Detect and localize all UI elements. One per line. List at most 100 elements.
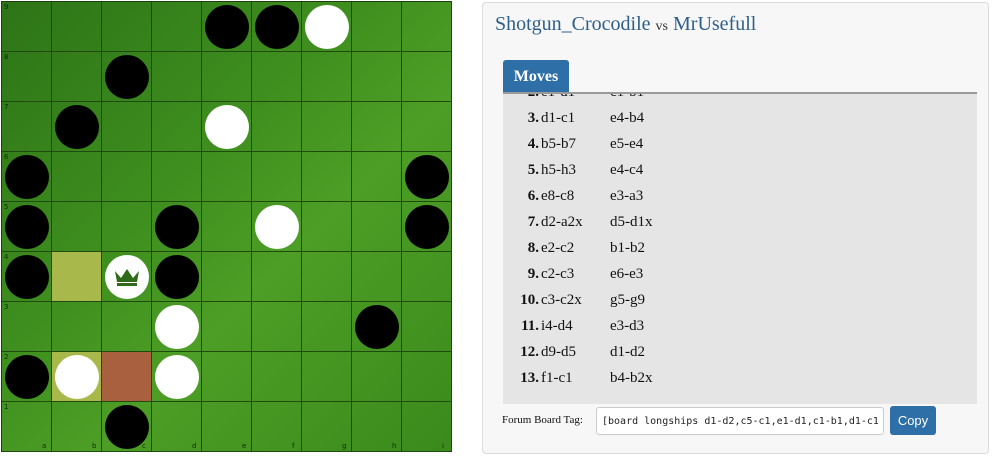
board-square[interactable]	[402, 402, 452, 452]
board-square[interactable]	[352, 352, 402, 402]
board-square[interactable]	[152, 102, 202, 152]
black-piece[interactable]	[105, 55, 149, 99]
white-move[interactable]: f1-c1	[541, 370, 573, 387]
board-square[interactable]	[252, 252, 302, 302]
board-square[interactable]	[102, 2, 152, 52]
black-move[interactable]: e4-b4	[610, 110, 644, 127]
black-piece[interactable]	[55, 105, 99, 149]
black-piece[interactable]	[405, 205, 449, 249]
board-square[interactable]	[352, 152, 402, 202]
board-square[interactable]	[102, 102, 152, 152]
tab-moves[interactable]: Moves	[503, 60, 569, 93]
board-square[interactable]	[252, 152, 302, 202]
board-square[interactable]	[202, 52, 252, 102]
player1-name[interactable]: Shotgun_Crocodile	[495, 13, 651, 35]
board-square[interactable]	[252, 302, 302, 352]
white-move[interactable]: c3-c2x	[541, 292, 582, 309]
white-move[interactable]: c2-c3	[541, 266, 574, 283]
board-square[interactable]	[2, 2, 52, 52]
forum-tag-input[interactable]	[596, 407, 884, 435]
black-move[interactable]: e6-e3	[610, 266, 643, 283]
board-square[interactable]	[52, 252, 102, 302]
board-square[interactable]	[352, 202, 402, 252]
board-square[interactable]	[2, 102, 52, 152]
board-square[interactable]	[402, 302, 452, 352]
board-square[interactable]	[402, 252, 452, 302]
board-square[interactable]	[302, 352, 352, 402]
white-move[interactable]: d2-a2x	[541, 214, 583, 231]
black-move[interactable]: d5-d1x	[610, 214, 653, 231]
black-piece[interactable]	[5, 155, 49, 199]
board-square[interactable]	[52, 202, 102, 252]
black-piece[interactable]	[5, 255, 49, 299]
board-square[interactable]	[52, 2, 102, 52]
board-square[interactable]	[152, 2, 202, 52]
board-square[interactable]	[2, 52, 52, 102]
board-square[interactable]	[52, 302, 102, 352]
board-square[interactable]	[302, 302, 352, 352]
board-square[interactable]	[202, 152, 252, 202]
white-piece[interactable]	[205, 105, 249, 149]
board-square[interactable]	[102, 302, 152, 352]
black-move[interactable]: g5-g9	[610, 292, 645, 309]
king-piece[interactable]	[105, 255, 149, 299]
black-move[interactable]: b4-b2x	[610, 370, 653, 387]
black-piece[interactable]	[5, 205, 49, 249]
board-square[interactable]	[252, 402, 302, 452]
board-square[interactable]	[302, 102, 352, 152]
black-piece[interactable]	[155, 255, 199, 299]
board-square[interactable]	[152, 152, 202, 202]
board-square[interactable]	[352, 102, 402, 152]
black-move[interactable]: e4-c4	[610, 162, 643, 179]
board-square[interactable]	[152, 52, 202, 102]
board-square[interactable]	[202, 352, 252, 402]
black-piece[interactable]	[355, 305, 399, 349]
white-piece[interactable]	[305, 5, 349, 49]
board-square[interactable]	[2, 302, 52, 352]
board-square[interactable]	[302, 152, 352, 202]
board-square[interactable]	[302, 252, 352, 302]
white-move[interactable]: d9-d5	[541, 344, 576, 361]
board-square[interactable]	[402, 102, 452, 152]
copy-button[interactable]: Copy	[890, 406, 936, 435]
white-move[interactable]: e8-c8	[541, 188, 574, 205]
board-square[interactable]	[202, 252, 252, 302]
black-move[interactable]: e3-a3	[610, 188, 643, 205]
white-move[interactable]: e1-d1	[541, 94, 575, 101]
white-move[interactable]: e2-c2	[541, 240, 574, 257]
white-move[interactable]: b5-b7	[541, 136, 576, 153]
white-piece[interactable]	[55, 355, 99, 399]
black-move[interactable]: d1-d2	[610, 344, 645, 361]
board-square[interactable]	[52, 52, 102, 102]
board-square[interactable]	[102, 202, 152, 252]
board-square[interactable]	[102, 352, 152, 402]
move-list[interactable]: 2.e1-d1 c1-b1 3.d1-c1 e4-b4 4.b5-b7 e5-e4 5.h5…	[503, 94, 977, 404]
white-piece[interactable]	[155, 355, 199, 399]
black-piece[interactable]	[405, 155, 449, 199]
white-move[interactable]: i4-d4	[541, 318, 573, 335]
board-square[interactable]	[402, 52, 452, 102]
black-move[interactable]: c1-b1	[610, 94, 644, 101]
white-move[interactable]: h5-h3	[541, 162, 576, 179]
black-piece[interactable]	[105, 405, 149, 449]
white-move[interactable]: d1-c1	[541, 110, 575, 127]
board-square[interactable]	[352, 52, 402, 102]
board-square[interactable]	[202, 302, 252, 352]
black-piece[interactable]	[255, 5, 299, 49]
board-square[interactable]	[352, 252, 402, 302]
board-square[interactable]	[302, 52, 352, 102]
board-square[interactable]	[102, 152, 152, 202]
black-move[interactable]: b1-b2	[610, 240, 645, 257]
player2-name[interactable]: MrUsefull	[673, 13, 756, 35]
black-move[interactable]: e3-d3	[610, 318, 644, 335]
board-square[interactable]	[52, 152, 102, 202]
black-piece[interactable]	[5, 355, 49, 399]
board-square[interactable]	[252, 52, 302, 102]
black-piece[interactable]	[205, 5, 249, 49]
board-square[interactable]	[352, 2, 402, 52]
board-square[interactable]	[252, 352, 302, 402]
board-square[interactable]	[302, 202, 352, 252]
black-move[interactable]: e5-e4	[610, 136, 643, 153]
black-piece[interactable]	[155, 205, 199, 249]
board-square[interactable]	[202, 202, 252, 252]
